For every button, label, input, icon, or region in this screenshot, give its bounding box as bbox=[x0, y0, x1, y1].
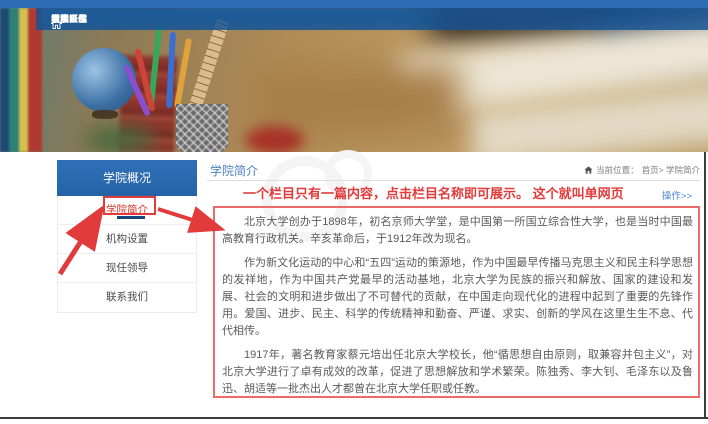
breadcrumb-path[interactable]: 首页> 学院简介 bbox=[642, 164, 700, 176]
breadcrumb-label: 当前位置： bbox=[596, 164, 639, 176]
sidebar-item-highlight-box bbox=[103, 196, 156, 215]
banner-green-blur-decoration bbox=[84, 126, 156, 152]
page: 首页 学院概况 新闻公告 师资队伍 专业介绍 教学科研 学生工作 党团工作 资料… bbox=[0, 0, 708, 424]
sidebar-item-contact-us[interactable]: 联系我们 bbox=[58, 283, 196, 312]
main-nav: 首页 学院概况 新闻公告 师资队伍 专业介绍 教学科研 学生工作 党团工作 资料… bbox=[36, 8, 708, 30]
article-paragraph: 1917年，著名教育家蔡元培出任北京大学校长，他“循思想自由原则，取兼容并包主义… bbox=[222, 347, 693, 398]
action-link[interactable]: 操作>> bbox=[662, 188, 692, 202]
top-bar bbox=[0, 0, 708, 8]
banner-pen-cup-decoration bbox=[176, 104, 228, 152]
sidebar-title: 学院概况 bbox=[57, 160, 197, 196]
sidebar: 学院概况 学院简介 机构设置 现任领导 联系我们 bbox=[57, 160, 197, 313]
frame-bottom-line bbox=[0, 417, 708, 419]
banner-globe-stand-decoration bbox=[92, 110, 118, 119]
content-header: 学院简介 当前位置： 首页> 学院简介 bbox=[207, 158, 700, 181]
frame-right-line bbox=[704, 152, 706, 418]
article-paragraph: 北京大学创办于1898年，初名京师大学堂，是中国第一所国立综合性大学，也是当时中… bbox=[222, 214, 693, 248]
article-paragraph: 作为新文化运动的中心和“五四”运动的策源地，作为中国最早传播马克思主义和民主科学… bbox=[222, 255, 693, 340]
tutorial-annotation-text: 一个栏目只有一篇内容，点击栏目名称即可展示。 这个就叫单网页 bbox=[243, 183, 624, 202]
banner-globe-decoration bbox=[72, 48, 136, 112]
breadcrumb: 当前位置： 首页> 学院简介 bbox=[584, 164, 700, 176]
sidebar-item-current-leaders[interactable]: 现任领导 bbox=[58, 254, 196, 283]
nav-item-label: 资料下载 bbox=[51, 8, 87, 30]
banner-image: 首页 学院概况 新闻公告 师资队伍 专业介绍 教学科研 学生工作 党团工作 资料… bbox=[0, 8, 708, 152]
breadcrumb-home-icon bbox=[584, 166, 593, 174]
active-item-underline bbox=[117, 216, 145, 219]
banner-apple-decoration bbox=[246, 126, 304, 152]
article-red-box: 北京大学创办于1898年，初名京师大学堂，是中国第一所国立综合性大学，也是当时中… bbox=[213, 206, 700, 398]
page-title: 学院简介 bbox=[210, 162, 258, 179]
sidebar-item-organization[interactable]: 机构设置 bbox=[58, 225, 196, 254]
annotation-row: 一个栏目只有一篇内容，点击栏目名称即可展示。 这个就叫单网页 操作>> bbox=[207, 183, 700, 204]
nav-item-downloads[interactable]: 资料下载 bbox=[46, 8, 56, 30]
